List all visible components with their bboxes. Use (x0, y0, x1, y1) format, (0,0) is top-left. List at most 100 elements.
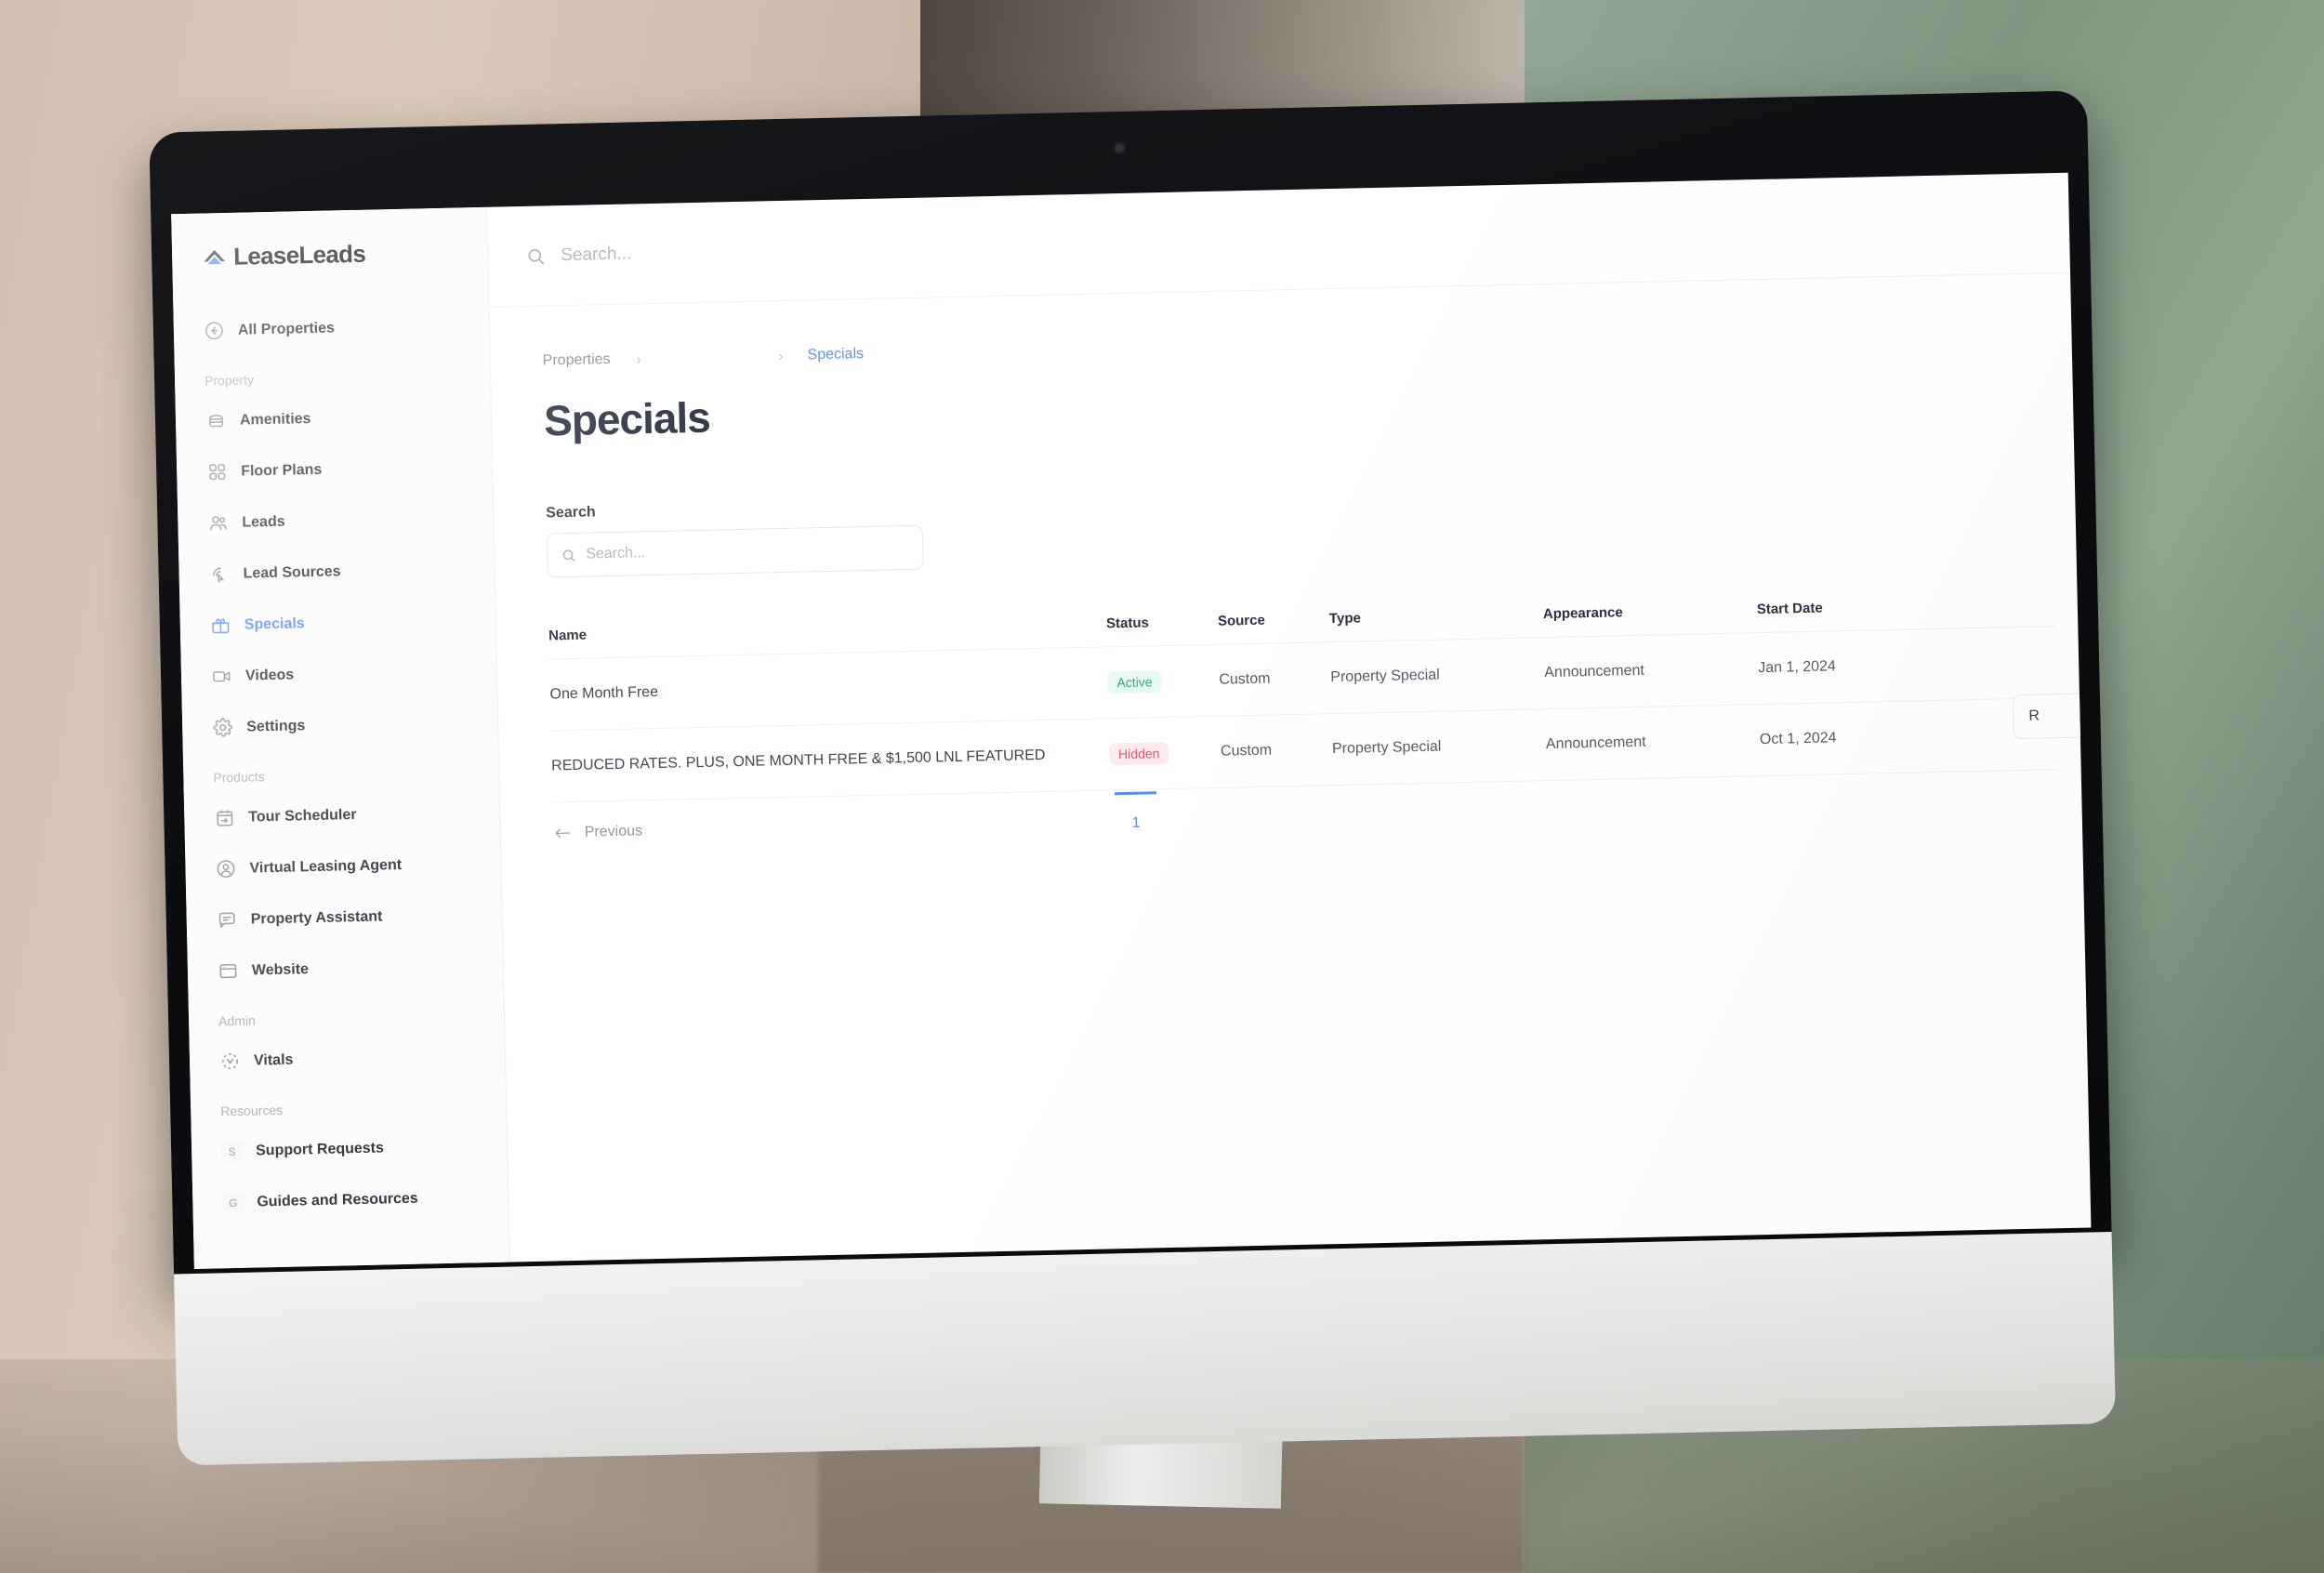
cell-name: One Month Free (548, 646, 1109, 731)
pagination-previous-button[interactable]: Previous (553, 823, 643, 841)
breadcrumb: Properties › › Specials (543, 320, 2072, 370)
column-header-start-date[interactable]: Start Date (1756, 597, 1944, 633)
cursor-signal-icon (213, 567, 224, 583)
sidebar-item-all-properties[interactable]: All Properties (173, 307, 489, 350)
global-search-input[interactable] (560, 236, 952, 266)
page-title: Specials (543, 392, 711, 445)
specials-table: Name Status Source Type Appearance Start… (548, 595, 2058, 841)
sidebar-item-tour-scheduler[interactable]: Tour Scheduler (184, 794, 500, 837)
screen: LeaseLeads All Properties Property Ameni… (171, 172, 2092, 1269)
grid-squares-icon (209, 464, 226, 481)
chevron-right-icon: › (778, 348, 784, 364)
sidebar-item-label: Vitals (253, 1051, 294, 1069)
sidebar-item-label: Floor Plans (241, 461, 323, 480)
column-header-appearance[interactable]: Appearance (1542, 601, 1758, 638)
letter-g-icon: G (222, 1191, 244, 1214)
sidebar-item-specials[interactable]: Specials (179, 601, 495, 644)
sidebar-item-leads[interactable]: Leads (178, 499, 494, 542)
chat-bubble-icon (218, 912, 235, 928)
cell-appearance: Announcement (1545, 704, 1761, 781)
breadcrumb-item-properties[interactable]: Properties (543, 351, 611, 370)
pagination-page-1[interactable]: 1 (1114, 791, 1157, 833)
cell-appearance: Announcement (1543, 632, 1760, 709)
sidebar-item-guides-and-resources[interactable]: G Guides and Resources (192, 1179, 508, 1222)
search-icon (562, 549, 575, 562)
browser-window-icon (219, 963, 237, 979)
main-area: Properties › › Specials Specials Search (487, 172, 2092, 1262)
cell-start-date: Oct 1, 2024 (1759, 700, 1947, 776)
sidebar-item-label: Guides and Resources (257, 1190, 418, 1209)
app-logo-text: LeaseLeads (232, 239, 366, 271)
cell-start-date: Jan 1, 2024 (1757, 628, 1946, 705)
cell-type: Property Special (1331, 708, 1547, 786)
page-content: Properties › › Specials Specials Search (489, 273, 2092, 843)
webcam-icon (1115, 143, 1124, 153)
sidebar-item-label: Support Requests (255, 1139, 385, 1158)
app-logo[interactable]: LeaseLeads (172, 231, 488, 272)
sidebar-item-label: Lead Sources (243, 562, 341, 582)
video-camera-icon (213, 671, 231, 682)
sidebar-item-property-assistant[interactable]: Property Assistant (186, 896, 502, 939)
cell-end-date (1943, 626, 2056, 701)
sidebar-item-label: Tour Scheduler (248, 806, 357, 826)
chevron-right-icon: › (636, 350, 641, 367)
sidebar-group-label-products: Products (213, 769, 265, 786)
sidebar-item-website[interactable]: Website (188, 947, 504, 990)
sidebar-item-floor-plans[interactable]: Floor Plans (177, 448, 493, 491)
sidebar-item-label: Property Assistant (250, 907, 383, 928)
photo-scene: LeaseLeads All Properties Property Ameni… (0, 0, 2324, 1573)
sidebar: LeaseLeads All Properties Property Ameni… (171, 206, 510, 1269)
cell-name: REDUCED RATES. PLUS, ONE MONTH FREE & $1… (550, 718, 1110, 802)
app-window: LeaseLeads All Properties Property Ameni… (171, 172, 2092, 1269)
search-input[interactable] (586, 539, 910, 563)
users-icon (210, 516, 227, 531)
desktop-monitor: LeaseLeads All Properties Property Ameni… (149, 90, 2117, 1466)
search-label: Search (546, 504, 596, 522)
sidebar-item-lead-sources[interactable]: Lead Sources (178, 550, 495, 593)
sidebar-item-support-requests[interactable]: S Support Requests (191, 1128, 508, 1170)
cell-status: Active (1106, 644, 1221, 719)
sidebar-item-label: Leads (242, 513, 285, 531)
sidebar-group-label-property: Property (204, 372, 255, 389)
sidebar-item-settings[interactable]: Settings (182, 704, 498, 747)
status-badge: Hidden (1108, 741, 1169, 766)
gear-icon (213, 718, 232, 737)
sidebar-item-label: Website (251, 960, 310, 979)
sidebar-item-videos[interactable]: Videos (181, 653, 497, 695)
sidebar-item-label: All Properties (237, 319, 336, 338)
sidebar-group-label-admin: Admin (218, 1012, 256, 1029)
sidebar-item-amenities[interactable]: Amenities (176, 397, 492, 440)
vitals-dashed-circle-icon (222, 1053, 238, 1070)
sidebar-item-label: Virtual Leasing Agent (249, 856, 403, 877)
column-header-end-date[interactable] (1942, 595, 2055, 629)
house-chevron-logo-icon (204, 249, 226, 265)
pagination-previous-label: Previous (584, 823, 643, 840)
search-filter: Search (546, 472, 2076, 578)
column-header-status[interactable]: Status (1105, 613, 1219, 647)
status-badge: Active (1107, 670, 1162, 694)
sidebar-item-label: Settings (246, 717, 306, 735)
reset-button[interactable]: R (2012, 692, 2092, 740)
column-header-source[interactable]: Source (1217, 611, 1330, 645)
sidebar-item-virtual-leasing-agent[interactable]: Virtual Leasing Agent (185, 845, 501, 888)
breadcrumb-item-specials[interactable]: Specials (807, 346, 864, 364)
gift-icon (212, 618, 230, 634)
user-circle-icon (217, 860, 235, 879)
sidebar-item-label: Amenities (239, 410, 311, 429)
cell-source: Custom (1218, 641, 1332, 717)
calendar-icon (217, 810, 233, 826)
cell-source: Custom (1220, 713, 1333, 788)
sidebar-item-label: Videos (244, 666, 295, 684)
sidebar-group-label-resources: Resources (220, 1102, 284, 1119)
letter-s-icon: S (220, 1140, 244, 1163)
sidebar-item-label: Specials (244, 615, 305, 633)
search-icon (528, 248, 545, 264)
cell-type: Property Special (1329, 637, 1546, 714)
amenities-icon (209, 415, 224, 428)
arrow-left-icon (555, 828, 570, 839)
sidebar-item-vitals[interactable]: Vitals (190, 1038, 506, 1080)
column-header-type[interactable]: Type (1328, 606, 1544, 642)
cell-status: Hidden (1108, 716, 1221, 790)
search-input-wrapper[interactable] (546, 524, 924, 578)
arrow-left-circle-icon (205, 322, 223, 340)
